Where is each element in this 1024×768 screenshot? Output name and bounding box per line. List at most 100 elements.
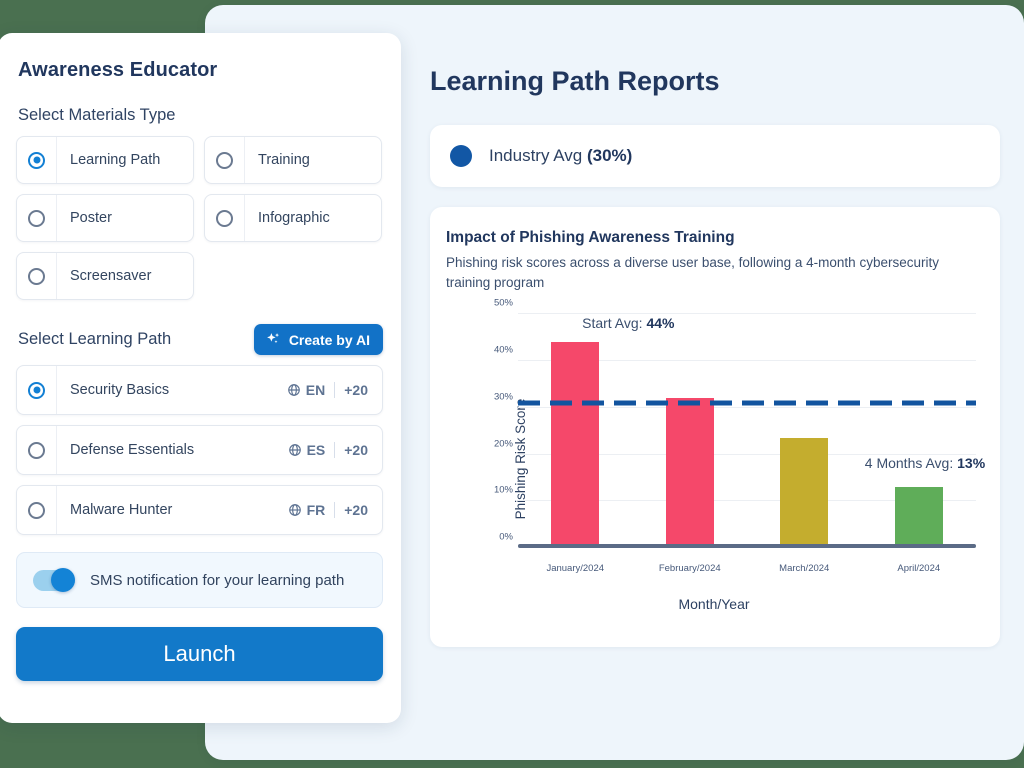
chart-x-tick-label: March/2024 (779, 563, 829, 574)
legend-label: Industry Avg (30%) (489, 146, 632, 166)
chart-canvas: 0%10%20%30%40%50%January/2024February/20… (518, 314, 976, 548)
material-option-label: Training (245, 137, 381, 183)
learning-path-label: Select Learning Path (18, 330, 171, 349)
radio-icon[interactable] (28, 502, 45, 519)
chart-x-axis-label: Month/Year (446, 596, 982, 612)
legend-dot-icon (450, 145, 472, 167)
chart-subtitle: Phishing risk scores across a diverse us… (446, 253, 976, 292)
language-code: FR (307, 502, 326, 518)
material-option-learning-path[interactable]: Learning Path (16, 136, 194, 184)
learning-path-header: Select Learning Path Create by AI (16, 324, 383, 355)
chart-y-tick-label: 0% (480, 532, 513, 543)
radio-cell[interactable] (17, 426, 57, 474)
learning-path-item-malware-hunter[interactable]: Malware Hunter FR +20 (16, 485, 383, 535)
chart-bar-slot: April/2024 (862, 314, 977, 548)
radio-cell[interactable] (17, 486, 57, 534)
radio-cell[interactable] (17, 137, 57, 183)
legend-label-value: (30%) (587, 146, 632, 165)
language-more-count[interactable]: +20 (334, 382, 368, 398)
radio-cell[interactable] (17, 195, 57, 241)
learning-path-name: Defense Essentials (57, 426, 288, 474)
radio-cell[interactable] (17, 253, 57, 299)
chart-bar[interactable] (666, 398, 714, 548)
learning-path-meta: FR +20 (288, 486, 382, 534)
learning-path-name: Malware Hunter (57, 486, 288, 534)
material-option-label: Learning Path (57, 137, 193, 183)
radio-icon-selected[interactable] (28, 152, 45, 169)
radio-icon-selected[interactable] (28, 382, 45, 399)
radio-cell[interactable] (17, 366, 57, 414)
globe-icon (288, 443, 302, 457)
radio-cell[interactable] (205, 137, 245, 183)
sms-notification-row[interactable]: SMS notification for your learning path (16, 552, 383, 608)
toggle-knob (51, 568, 75, 592)
materials-type-label: Select Materials Type (18, 106, 383, 125)
chart-bar-slot: March/2024 (747, 314, 862, 548)
annotation-text: 4 Months Avg: (865, 455, 957, 471)
material-option-training[interactable]: Training (204, 136, 382, 184)
annotation-text: Start Avg: (582, 315, 646, 331)
chart-y-tick-label: 30% (480, 391, 513, 402)
reports-title: Learning Path Reports (430, 66, 1000, 97)
annotation-value: 13% (957, 455, 985, 471)
sms-notification-label: SMS notification for your learning path (90, 572, 344, 589)
globe-icon (288, 503, 302, 517)
globe-icon (287, 383, 301, 397)
learning-path-meta: ES +20 (288, 426, 382, 474)
radio-cell[interactable] (205, 195, 245, 241)
create-by-ai-label: Create by AI (289, 332, 370, 348)
radio-icon[interactable] (216, 152, 233, 169)
learning-path-name: Security Basics (57, 366, 287, 414)
chart-x-tick-label: February/2024 (659, 563, 721, 574)
reports-panel: Learning Path Reports Industry Avg (30%)… (430, 0, 1000, 647)
chart-y-tick-label: 40% (480, 344, 513, 355)
material-option-label: Infographic (245, 195, 381, 241)
chart-annotation-start-avg: Start Avg: 44% (582, 315, 674, 331)
chart-y-tick-label: 10% (480, 485, 513, 496)
material-option-label: Poster (57, 195, 193, 241)
chart-x-tick-label: January/2024 (546, 563, 604, 574)
legend-card: Industry Avg (30%) (430, 125, 1000, 187)
language-more-count[interactable]: +20 (334, 502, 368, 518)
language-badge[interactable]: FR (288, 502, 326, 518)
chart-title: Impact of Phishing Awareness Training (446, 229, 982, 247)
learning-path-item-defense-essentials[interactable]: Defense Essentials ES +20 (16, 425, 383, 475)
radio-icon[interactable] (28, 442, 45, 459)
screen-root: Awareness Educator Select Materials Type… (0, 0, 1024, 768)
chart-annotation-four-months-avg: 4 Months Avg: 13% (865, 455, 985, 471)
chart-y-tick-label: 50% (480, 298, 513, 309)
chart-bar-slot: February/2024 (633, 314, 748, 548)
chart-bar[interactable] (895, 487, 943, 548)
chart-plot-area: Phishing Risk Score Month/Year 0%10%20%3… (446, 314, 982, 604)
language-code: ES (307, 442, 326, 458)
chart-bar[interactable] (780, 438, 828, 548)
language-more-count[interactable]: +20 (334, 442, 368, 458)
chart-x-tick-label: April/2024 (897, 563, 940, 574)
learning-path-list: Security Basics EN +20 (16, 365, 383, 535)
radio-icon[interactable] (216, 210, 233, 227)
material-option-infographic[interactable]: Infographic (204, 194, 382, 242)
material-option-screensaver[interactable]: Screensaver (16, 252, 194, 300)
chart-bar-slot: January/2024 (518, 314, 633, 548)
chart-card: Impact of Phishing Awareness Training Ph… (430, 207, 1000, 647)
material-option-label: Screensaver (57, 253, 193, 299)
launch-button[interactable]: Launch (16, 627, 383, 681)
material-option-poster[interactable]: Poster (16, 194, 194, 242)
annotation-value: 44% (646, 315, 674, 331)
chart-bar[interactable] (551, 342, 599, 548)
chart-x-axis (518, 544, 976, 548)
awareness-educator-card: Awareness Educator Select Materials Type… (0, 33, 401, 723)
legend-label-text: Industry Avg (489, 146, 587, 165)
language-code: EN (306, 382, 325, 398)
radio-icon[interactable] (28, 210, 45, 227)
sms-notification-toggle[interactable] (33, 570, 75, 591)
sparkle-icon (265, 331, 282, 348)
page-title: Awareness Educator (18, 59, 383, 82)
language-badge[interactable]: EN (287, 382, 325, 398)
chart-bars: January/2024February/2024March/2024April… (518, 314, 976, 548)
chart-y-tick-label: 20% (480, 438, 513, 449)
radio-icon[interactable] (28, 268, 45, 285)
language-badge[interactable]: ES (288, 442, 326, 458)
learning-path-item-security-basics[interactable]: Security Basics EN +20 (16, 365, 383, 415)
create-by-ai-button[interactable]: Create by AI (254, 324, 383, 355)
